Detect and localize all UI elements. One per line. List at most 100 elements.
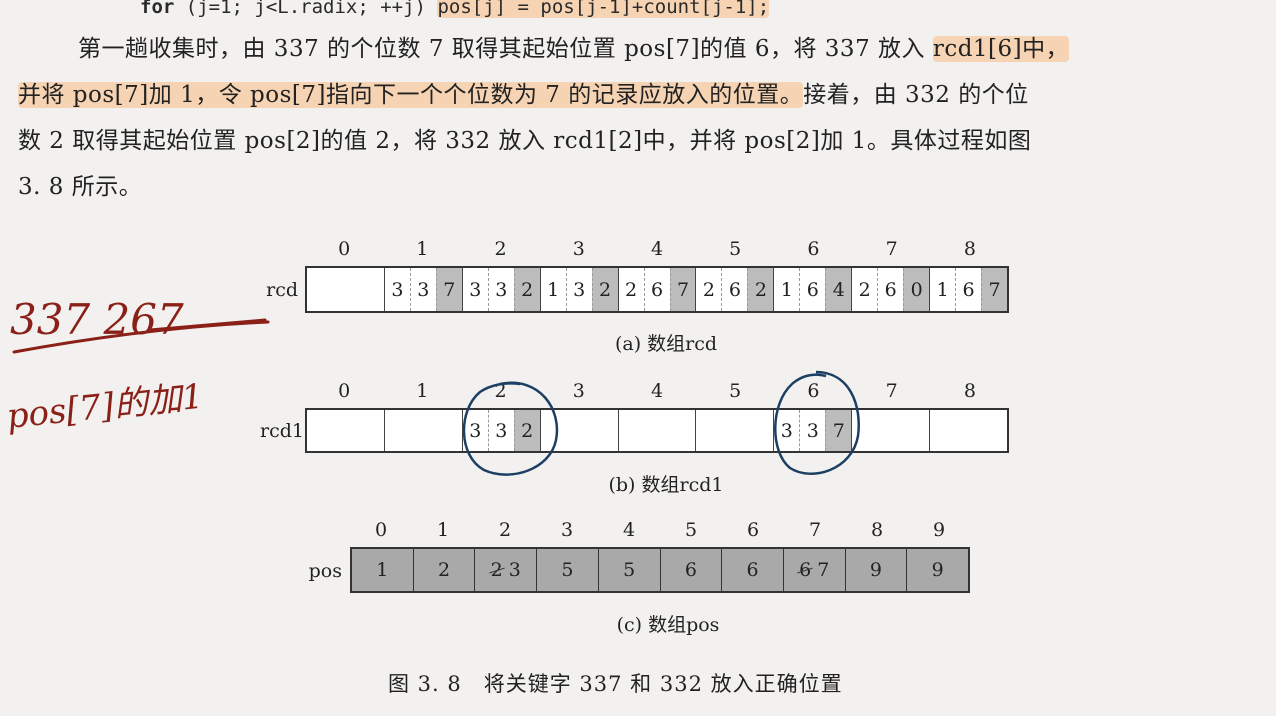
line2-highlight: 并将 pos[7]加 1，令 pos[7]指向下一个个位数为 7 的记录应放入的…	[18, 82, 804, 108]
rcd-digit: 7	[669, 268, 696, 311]
code-highlighted: pos[j] = pos[j-1]+count[j-1];	[437, 0, 770, 18]
rcd-digit: 3	[409, 268, 436, 311]
paragraph-line-1: 第一趟收集时，由 337 的个位数 7 取得其起始位置 pos[7]的值 6，将…	[18, 26, 1258, 72]
rcd1-index-0: 0	[338, 380, 351, 402]
pos-label: pos	[308, 560, 342, 582]
rcd-array: 337332132267262164260167	[305, 266, 1009, 313]
rcd-digit: 2	[858, 278, 871, 301]
rcd1-digit: 2	[513, 410, 540, 451]
rcd1-digit: 3	[799, 410, 825, 451]
pos-cell-5: 6	[659, 549, 722, 591]
rcd-slot-8: 167	[929, 268, 1008, 311]
rcd-caption: (a) 数组rcd	[614, 333, 718, 355]
rcd1-label: rcd1	[260, 420, 304, 442]
rcd-digit: 1	[936, 278, 949, 301]
rcd1-slot-0	[307, 410, 384, 451]
rcd1-digit: 3	[469, 419, 482, 442]
pos-old-value: 6	[799, 559, 812, 581]
rcd-slot-5: 262	[695, 268, 774, 311]
handwritten-underline-short	[148, 318, 267, 332]
rcd-digit: 2	[747, 268, 774, 311]
rcd1-slot-5	[695, 410, 773, 451]
rcd-index-4: 4	[650, 238, 664, 260]
rcd1-index-3: 3	[572, 380, 585, 402]
pos-index-9: 9	[932, 519, 946, 541]
pos-cell-7: 67	[782, 549, 845, 591]
rcd-digit: 3	[487, 268, 514, 311]
rcd-slot-4: 267	[617, 268, 696, 311]
rcd1-slot-6: 337	[773, 410, 852, 451]
rcd1-array: 332337	[305, 408, 1009, 453]
pos-cell-8: 9	[844, 549, 907, 591]
body-paragraph: 第一趟收集时，由 337 的个位数 7 取得其起始位置 pos[7]的值 6，将…	[18, 26, 1258, 210]
rcd-digit: 6	[877, 268, 903, 311]
rcd-slot-0	[307, 268, 384, 311]
line1-highlight: rcd1[6]中，	[932, 36, 1070, 62]
rcd-index-2: 2	[494, 238, 507, 260]
rcd-digit: 2	[702, 278, 715, 301]
rcd-slot-2: 332	[461, 268, 540, 311]
pos-value: 7	[817, 559, 830, 581]
rcd1-slot-1	[383, 410, 462, 451]
pos-index-0: 0	[374, 519, 388, 541]
rcd-index-7: 7	[885, 238, 898, 260]
pos-value: 1	[376, 559, 389, 581]
pos-caption: (c) 数组pos	[616, 614, 720, 636]
rcd-slot-7: 260	[851, 268, 930, 311]
rcd1-index-6: 6	[807, 380, 820, 402]
rcd1-index-7: 7	[885, 380, 898, 402]
pos-value: 6	[684, 559, 697, 581]
paragraph-line-2: 并将 pos[7]加 1，令 pos[7]指向下一个个位数为 7 的记录应放入的…	[18, 72, 1258, 118]
rcd1-slot-7	[851, 410, 929, 451]
pos-value: 6	[746, 559, 759, 581]
rcd-digit: 2	[591, 268, 618, 311]
rcd-slot-1: 337	[383, 268, 462, 311]
pos-array: 122355666799	[350, 547, 970, 593]
rcd1-index-2: 2	[494, 380, 507, 402]
pos-index-6: 6	[746, 519, 760, 541]
pos-cell-1: 2	[412, 549, 475, 591]
pos-cell-6: 6	[721, 549, 783, 591]
rcd-digit: 7	[981, 268, 1008, 311]
rcd-index-3: 3	[572, 238, 585, 260]
paragraph-line-4: 3. 8 所示。	[18, 174, 143, 200]
rcd1-digit: 3	[780, 419, 793, 442]
rcd-digit: 1	[780, 278, 793, 301]
pos-cell-0: 1	[352, 549, 413, 591]
pos-index-4: 4	[622, 519, 636, 541]
textbook-page: for (j=1; j<L.radix; ++j) pos[j] = pos[j…	[0, 0, 1276, 716]
handwritten-note: pos[7]的加1	[5, 377, 206, 437]
rcd-digit: 1	[547, 278, 560, 301]
rcd-digit: 2	[513, 268, 540, 311]
rcd-index-8: 8	[963, 238, 976, 260]
rcd-slot-3: 132	[539, 268, 618, 311]
rcd1-index-8: 8	[963, 380, 976, 402]
rcd1-slot-4	[617, 410, 696, 451]
rcd-digit: 0	[903, 268, 930, 311]
rcd-digit: 6	[799, 268, 825, 311]
pos-cell-4: 5	[597, 549, 660, 591]
rcd-digit: 2	[625, 278, 638, 301]
rcd1-slot-2: 332	[461, 410, 540, 451]
rcd-index-5: 5	[729, 238, 742, 260]
pos-value: 9	[869, 559, 883, 581]
rcd1-index-5: 5	[729, 380, 742, 402]
rcd-digit: 7	[435, 268, 462, 311]
handwritten-underline	[12, 320, 270, 354]
rcd-label: rcd	[266, 279, 298, 301]
pos-value: 2	[438, 559, 451, 581]
rcd-digit: 6	[955, 268, 981, 311]
rcd-digit: 6	[643, 268, 670, 311]
code-keyword: for	[140, 0, 175, 18]
pos-value: 5	[561, 559, 574, 581]
pos-index-5: 5	[684, 519, 698, 541]
pos-index-3: 3	[560, 519, 574, 541]
pos-cell-9: 9	[906, 549, 969, 591]
rcd-digit: 3	[391, 278, 404, 301]
pos-index-8: 8	[870, 519, 884, 541]
rcd1-slot-3	[539, 410, 618, 451]
rcd-digit: 3	[565, 268, 592, 311]
rcd1-caption: (b) 数组rcd1	[608, 474, 724, 496]
rcd1-slot-8	[929, 410, 1007, 451]
handwritten-numbers: 337 267	[10, 295, 184, 344]
